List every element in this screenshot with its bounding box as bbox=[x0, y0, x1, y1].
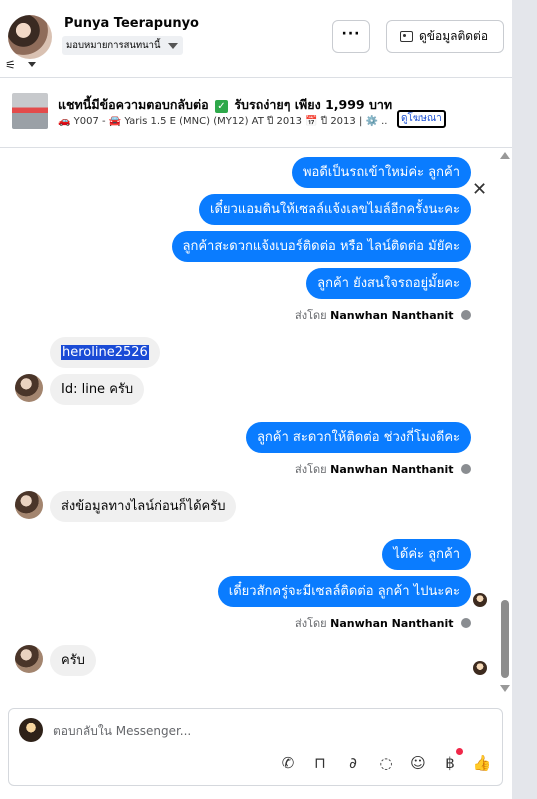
message-composer[interactable]: ตอบกลับใน Messenger... ✆ ⊓ ∂ ◌ ☺ ฿ 👍 bbox=[8, 708, 503, 786]
filter-icon[interactable]: ⚟ bbox=[5, 58, 16, 72]
sent-by-prefix: ส่งโดย bbox=[295, 309, 327, 322]
scroll-down-arrow[interactable] bbox=[500, 685, 510, 692]
contact-name[interactable]: Punya Teerapunyo bbox=[64, 16, 199, 31]
attach-icon[interactable]: ∂ bbox=[342, 752, 364, 774]
contact-avatar-small bbox=[15, 491, 43, 519]
scroll-up-arrow[interactable] bbox=[500, 152, 510, 159]
contact-avatar[interactable] bbox=[8, 15, 52, 59]
incoming-message[interactable]: ครับ bbox=[50, 645, 96, 676]
sent-by-name: Nanwhan Nanthanit bbox=[330, 463, 454, 476]
assign-dropdown[interactable]: มอบหมายการสนทนานี้ bbox=[62, 36, 183, 55]
outgoing-message[interactable]: เดี๋ยวแอมดินให้เซลล์แจ้งเลขไมล์อีกครั้งน… bbox=[199, 194, 471, 225]
info-icon[interactable] bbox=[461, 310, 471, 320]
outgoing-message[interactable]: ลูกค้า ยังสนใจรถอยู่มั้ยคะ bbox=[306, 268, 471, 299]
view-contact-label: ดูข้อมูลติดต่อ bbox=[419, 29, 489, 43]
call-icon[interactable]: ✆ bbox=[277, 752, 299, 774]
ad-subtitle: 🚗 Y007 - 🚘 Yaris 1.5 E (MNC) (MY12) AT ป… bbox=[58, 116, 388, 127]
outgoing-message[interactable]: พอดีเป็นรถเข้าใหม่ค่ะ ลูกค้า bbox=[291, 157, 471, 188]
currency-icon[interactable]: ฿ bbox=[439, 752, 461, 774]
chevron-down-icon[interactable] bbox=[28, 62, 36, 67]
info-icon[interactable] bbox=[461, 618, 471, 628]
notification-dot bbox=[456, 748, 463, 755]
seen-avatar bbox=[473, 593, 487, 607]
incoming-message[interactable]: Id: line ครับ bbox=[50, 374, 145, 405]
info-icon[interactable] bbox=[461, 464, 471, 474]
ad-title: แชทนี้มีข้อความตอบกลับต่อ ✓ รับรถง่ายๆ เ… bbox=[58, 95, 392, 115]
scrollbar-thumb[interactable] bbox=[501, 600, 509, 678]
assign-label: มอบหมายการสนทนานี้ bbox=[66, 40, 161, 51]
chat-panel: Punya Teerapunyo มอบหมายการสนทนานี้ ⚟ ··… bbox=[0, 0, 512, 799]
page-avatar bbox=[19, 718, 43, 742]
sent-by-prefix: ส่งโดย bbox=[295, 463, 327, 476]
check-icon: ✓ bbox=[214, 100, 228, 113]
sent-by-name: Nanwhan Nanthanit bbox=[330, 309, 454, 322]
sent-by-label: ส่งโดย Nanwhan Nanthanit bbox=[295, 306, 471, 324]
view-contact-button[interactable]: ดูข้อมูลติดต่อ bbox=[386, 20, 504, 53]
ad-thumbnail bbox=[12, 93, 48, 129]
view-ad-link[interactable]: ดูโฆษณา bbox=[397, 110, 446, 128]
bag-icon[interactable]: ⊓ bbox=[309, 752, 331, 774]
chevron-down-icon bbox=[167, 43, 178, 49]
seen-avatar bbox=[473, 661, 487, 675]
incoming-message[interactable]: heroline2526 bbox=[50, 337, 160, 368]
incoming-message[interactable]: ส่งข้อมูลทางไลน์ก่อนก็ได้ครับ bbox=[50, 491, 237, 522]
like-icon[interactable]: 👍 bbox=[471, 752, 493, 774]
sent-by-label: ส่งโดย Nanwhan Nanthanit bbox=[295, 614, 471, 632]
conversation-header: Punya Teerapunyo มอบหมายการสนทนานี้ ⚟ ··… bbox=[0, 0, 512, 78]
ad-title-text: แชทนี้มีข้อความตอบกลับต่อ bbox=[58, 97, 209, 112]
contact-avatar-small bbox=[15, 645, 43, 673]
sent-by-name: Nanwhan Nanthanit bbox=[330, 617, 454, 630]
outgoing-message[interactable]: ได้ค่ะ ลูกค้า bbox=[382, 539, 471, 570]
contact-card-icon bbox=[400, 31, 413, 42]
outgoing-message[interactable]: ลูกค้าสะดวกแจ้งเบอร์ติดต่อ หรือ ไลน์ติดต… bbox=[171, 231, 471, 262]
outgoing-message[interactable]: ลูกค้า สะดวกให้ติดต่อ ช่วงกี่โมงดีคะ bbox=[245, 422, 471, 453]
close-icon[interactable]: ✕ bbox=[472, 179, 487, 200]
side-strip bbox=[512, 0, 537, 799]
emoji-icon[interactable]: ☺ bbox=[407, 752, 429, 774]
outgoing-message[interactable]: เดี๋ยวสักครู่จะมีเซลล์ติดต่อ ลูกค้า ไปนะ… bbox=[217, 576, 471, 607]
sent-by-prefix: ส่งโดย bbox=[295, 617, 327, 630]
composer-input[interactable]: ตอบกลับใน Messenger... bbox=[53, 722, 191, 741]
chat-icon[interactable]: ◌ bbox=[375, 752, 397, 774]
contact-avatar-small bbox=[15, 374, 43, 402]
sent-by-label: ส่งโดย Nanwhan Nanthanit bbox=[295, 460, 471, 478]
more-button[interactable]: ··· bbox=[332, 20, 370, 53]
ad-title-suffix: รับรถง่ายๆ เพียง 1,999 บาท bbox=[234, 97, 393, 112]
selected-text[interactable]: heroline2526 bbox=[61, 345, 149, 360]
